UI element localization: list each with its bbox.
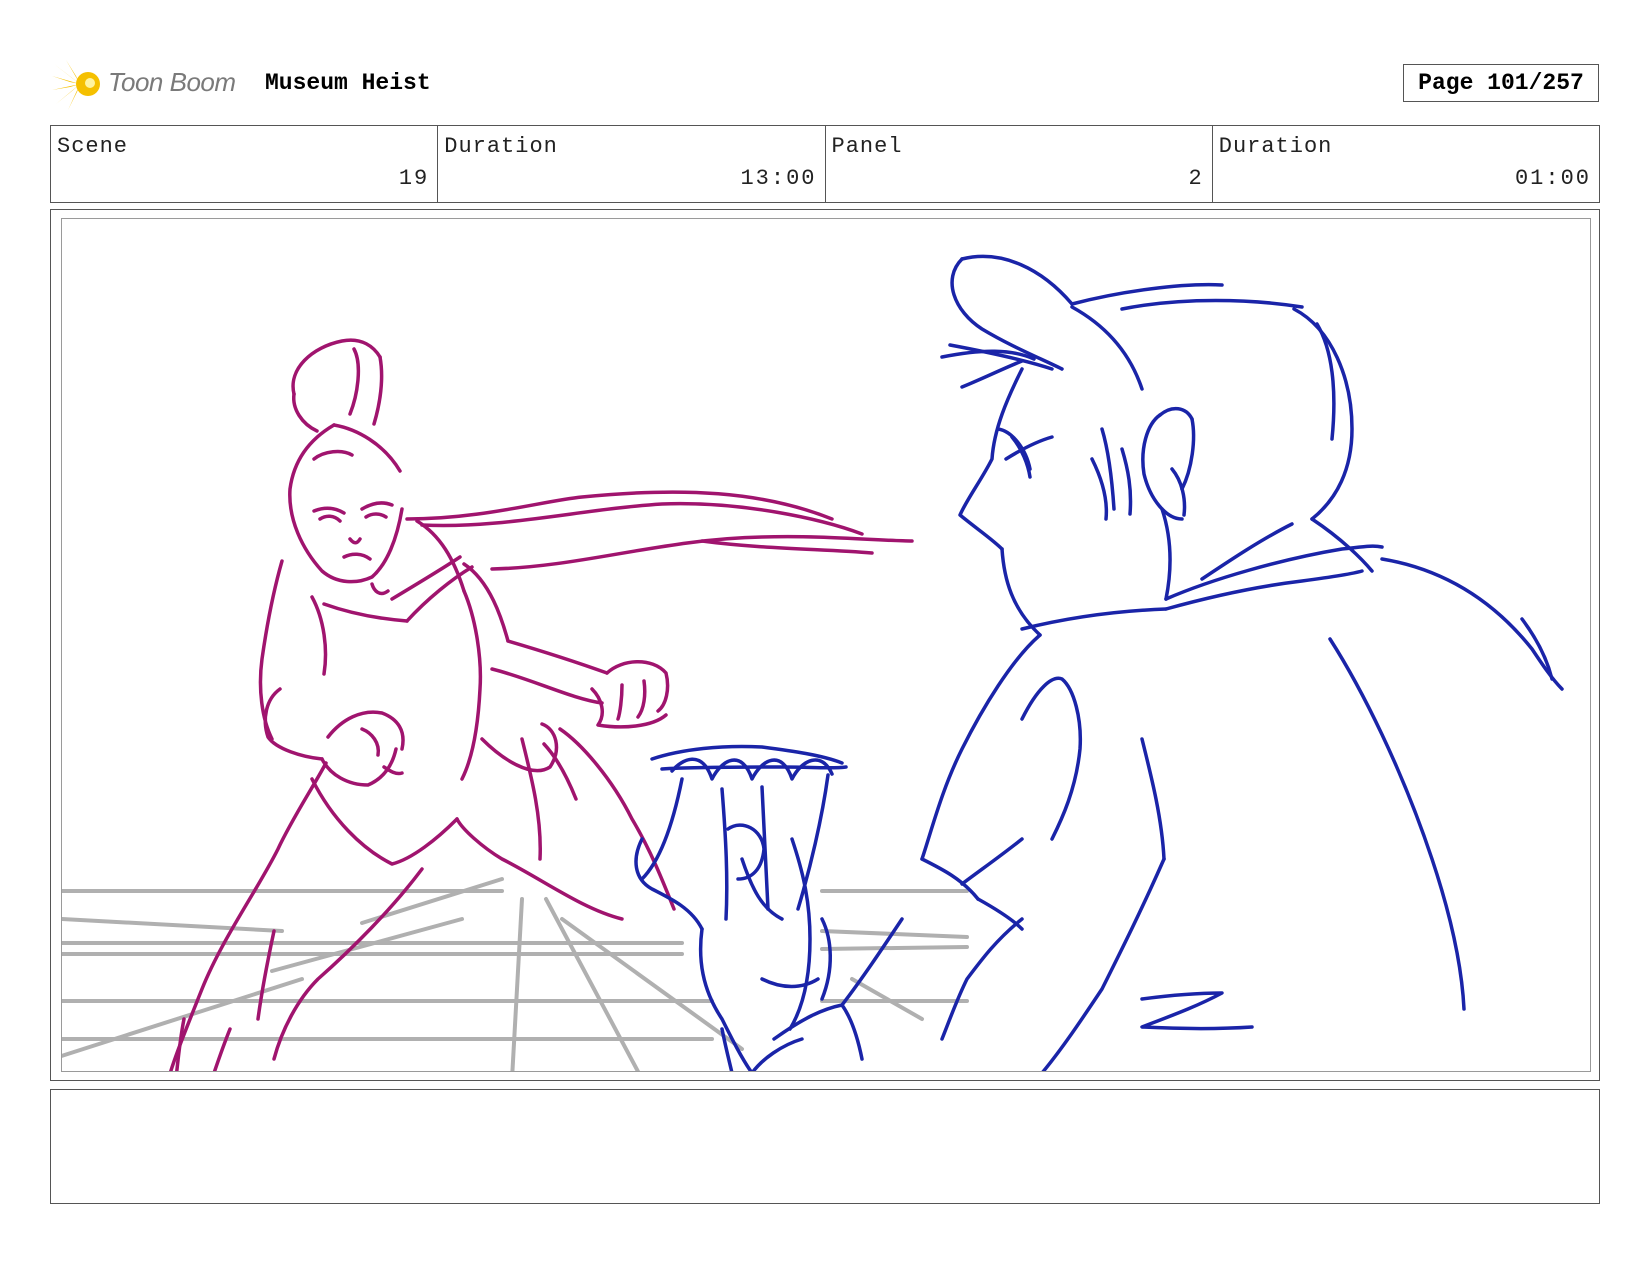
storyboard-panel-frame [50, 209, 1600, 1081]
caption-box [50, 1089, 1600, 1204]
scene-duration-cell: Duration 13:00 [438, 126, 826, 202]
page-label: Page 101/257 [1418, 70, 1584, 96]
sketch-drawing [62, 254, 1564, 1071]
logo-wordmark: Toon Boom [108, 67, 236, 97]
panel-duration-label: Duration [1218, 134, 1333, 159]
storyboard-panel-image [61, 218, 1591, 1072]
scene-duration-label: Duration [444, 134, 558, 159]
panel-cell: Panel 2 [826, 126, 1213, 202]
panel-value: 2 [1188, 166, 1204, 191]
guard-figure [634, 254, 1564, 1071]
toon-boom-logo: Toon Boom [52, 56, 252, 112]
panel-label: Panel [831, 134, 903, 159]
scene-cell: Scene 19 [51, 126, 439, 202]
panel-duration-cell: Duration 01:00 [1213, 126, 1599, 202]
project-title: Museum Heist [265, 70, 431, 96]
floor-grid [62, 877, 969, 1071]
heroine-figure [168, 338, 914, 1071]
panel-duration-value: 01:00 [1514, 166, 1591, 191]
starburst-icon [52, 60, 100, 110]
panel-info-table: Scene 19 Duration 13:00 Panel 2 Duration… [50, 125, 1600, 203]
scene-value: 19 [398, 166, 430, 191]
scene-label: Scene [57, 134, 129, 159]
scene-duration-value: 13:00 [740, 166, 817, 191]
page-indicator: Page 101/257 [1403, 64, 1599, 102]
